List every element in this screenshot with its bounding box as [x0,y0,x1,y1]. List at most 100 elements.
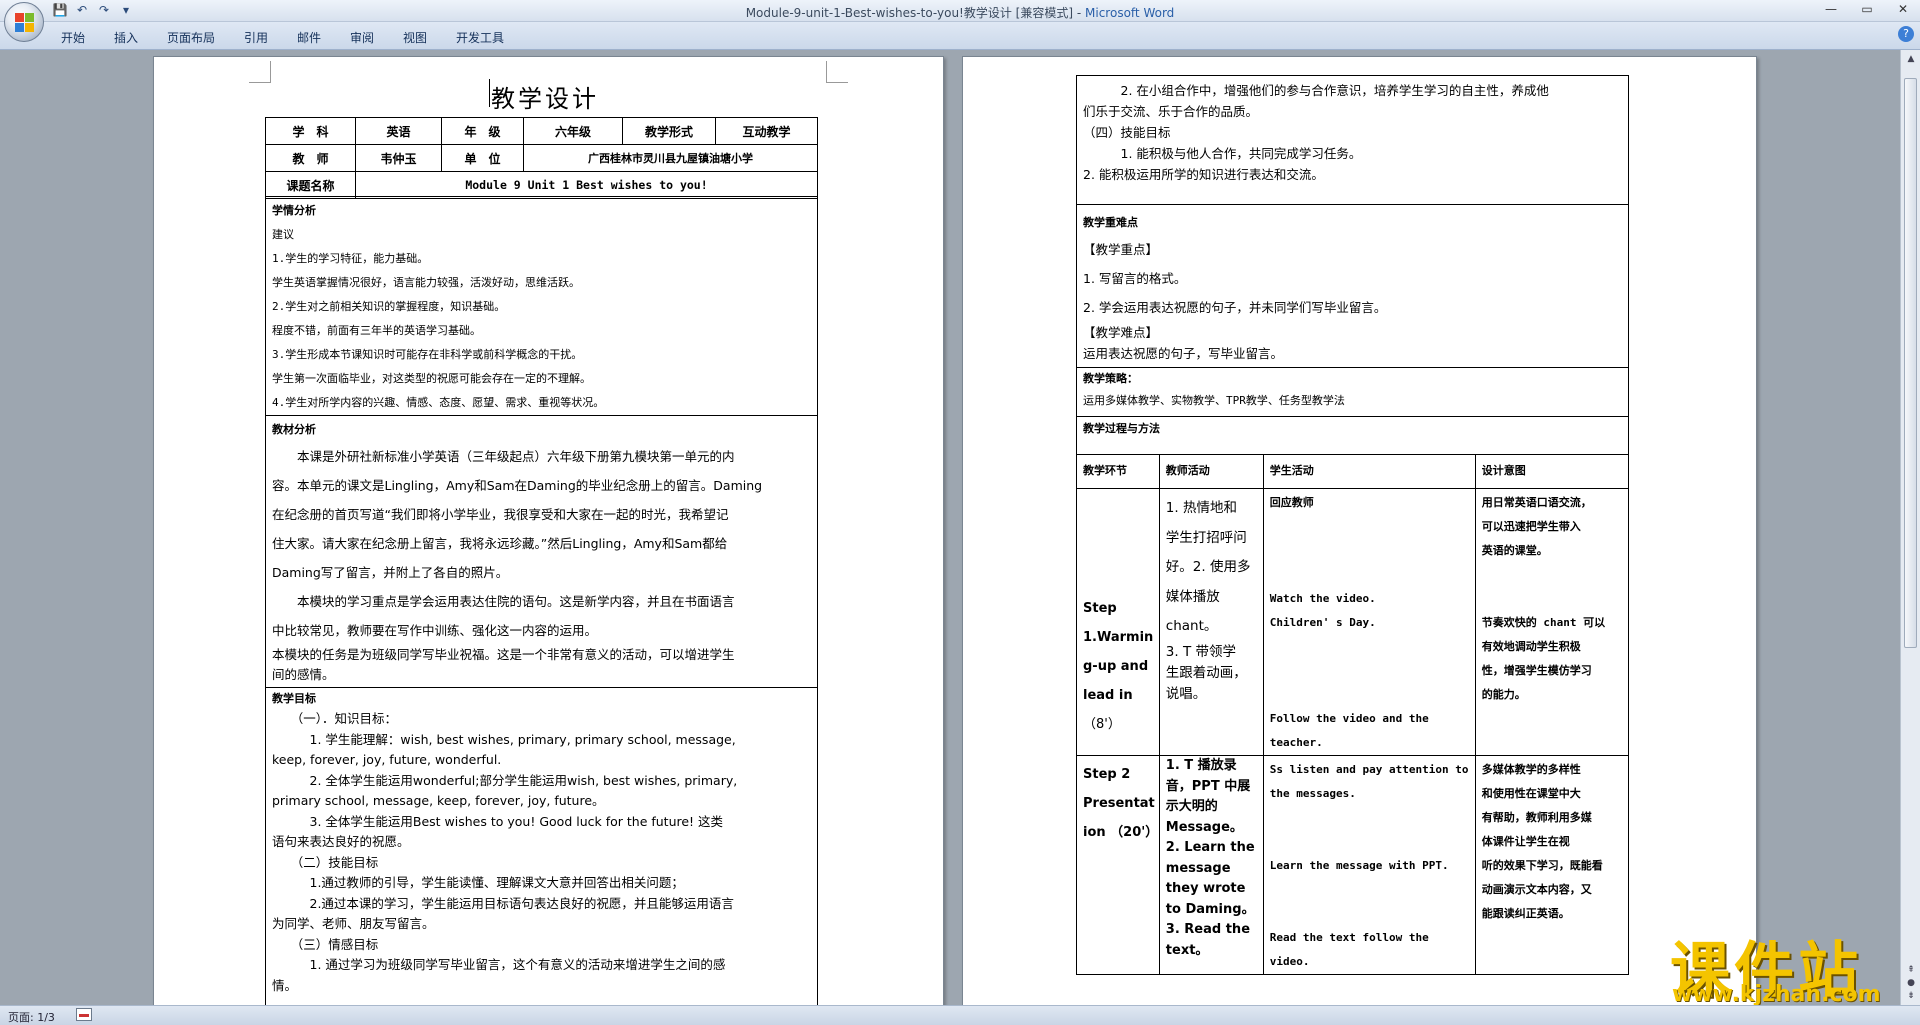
window-title: Module-9-unit-1-Best-wishes-to-you!教学设计 … [745,6,1175,20]
list-item: 学生英语掌握情况很好，语言能力较强，活泼好动，思维活跃。 [272,276,580,289]
table-header-cell[interactable]: 学生活动 [1262,454,1476,489]
help-icon[interactable]: ? [1898,26,1914,42]
maximize-button[interactable]: ▭ [1856,2,1878,16]
zhongdian-cell[interactable]: 教学重难点 【教学重点】 1. 写留言的格式。 2. 学会运用表达祝愿的句子，并… [1076,204,1629,368]
table-row: Step 2 Presentat ion （20'） 1. T 播放录 音，PP… [1076,755,1630,975]
close-button[interactable]: ✕ [1892,2,1914,16]
content-table: 学情分析 建议 1.学生的学习特征，能力基础。 学生英语掌握情况很好，语言能力较… [265,196,818,1005]
table-row: 学情分析 建议 1.学生的学习特征，能力基础。 学生英语掌握情况很好，语言能力较… [265,196,818,416]
paragraph: 本课是外研社新标准小学英语（三年级起点）六年级下册第九模块第一单元的内 容。本单… [272,449,763,638]
info-table: 学 科 英语 年 级 六年级 教学形式 互动教学 教 师 韦仲玉 单 位 广西桂… [265,117,818,199]
paragraph: 【教学重点】 1. 写留言的格式。 2. 学会运用表达祝愿的句子，并未同学们写毕… [1083,242,1387,361]
table-cell[interactable]: 年 级 [441,117,524,145]
celue-heading: 教学策略： [1083,372,1138,385]
table-row: 课题名称 Module 9 Unit 1 Best wishes to you! [265,171,818,199]
window-controls: — ▭ ✕ [1820,2,1914,16]
document-page-2: 2. 在小组合作中，增强他们的参与合作意识，培养学生学习的自主性，养成他 们乐于… [962,56,1757,1006]
ribbon-tabs: 开始 插入 页面布局 引用 邮件 审阅 视图 开发工具 ? [0,22,1920,50]
table-row: 教材分析 本课是外研社新标准小学英语（三年级起点）六年级下册第九模块第一单元的内… [265,415,818,688]
xueqing-cell[interactable]: 学情分析 建议 1.学生的学习特征，能力基础。 学生英语掌握情况很好，语言能力较… [265,196,818,416]
teacher-cell[interactable]: 1. T 播放录 音，PPT 中展 示大明的 Message。 2. Learn… [1158,755,1264,975]
celue-cell[interactable]: 教学策略： 运用多媒体教学、实物教学、TPR教学、任务型教学法 [1076,367,1629,417]
vertical-scrollbar[interactable]: ▲ ⇞ ● ⇟ [1900,50,1920,1005]
table-header-cell[interactable]: 教学环节 [1076,454,1160,489]
intent-cell[interactable]: 多媒体教学的多样性 和使用性在课堂中大 有帮助，教师利用多媒 体课件让学生在视 … [1474,755,1630,975]
tab-references[interactable]: 引用 [244,29,268,46]
watermark-url: www.kjzhan.com [1672,982,1881,1007]
tab-review[interactable]: 审阅 [350,29,374,46]
tab-home[interactable]: 开始 [61,29,85,46]
text-cursor [489,79,490,107]
list-item: 建议 [272,228,294,241]
prev-page-icon[interactable]: ⇞ [1904,965,1918,977]
tab-page-layout[interactable]: 页面布局 [167,29,215,46]
list-item: 4.学生对所学内容的兴趣、情感、态度、愿望、需求、重视等状况。 [272,396,605,409]
table-row: 教学重难点 【教学重点】 1. 写留言的格式。 2. 学会运用表达祝愿的句子，并… [1076,204,1629,368]
table-cell[interactable]: 课题名称 [265,171,356,199]
list-item: 1.学生的学习特征，能力基础。 [272,252,429,265]
guocheng-cell[interactable]: 教学过程与方法 [1076,416,1629,455]
stage-cell[interactable]: Step 1.Warmin g-up and lead in （8'） [1076,488,1160,756]
celue-text: 运用多媒体教学、实物教学、TPR教学、任务型教学法 [1083,394,1345,407]
intent-cell[interactable]: 用日常英语口语交流， 可以迅速把学生带入 英语的课堂。 节奏欢快的 chant … [1474,488,1630,756]
list-item: 学生第一次面临毕业，对这类型的祝愿可能会存在一定的不理解。 [272,372,591,385]
jiaocai-heading: 教材分析 [272,423,316,436]
paragraph: Step 2 Presentat ion （20'） [1083,767,1159,840]
office-button[interactable] [4,2,44,42]
paragraph: 3. T 带领学 生跟着动画， 说唱。 [1165,643,1247,702]
table-cell[interactable]: Module 9 Unit 1 Best wishes to you! [355,171,818,199]
table-row: Step 1.Warmin g-up and lead in （8'） 1. 热… [1076,488,1630,756]
browse-object-icon[interactable]: ● [1904,978,1918,990]
minimize-button[interactable]: — [1820,2,1842,16]
table-header-cell[interactable]: 设计意图 [1474,454,1630,489]
scroll-up-icon[interactable]: ▲ [1904,54,1918,66]
table-cell[interactable]: 英语 [355,117,442,145]
table-cell[interactable]: 六年级 [523,117,623,145]
table-row: 教学过程与方法 [1076,416,1629,455]
table-cell[interactable]: 互动教学 [715,117,818,145]
list-item: 2.学生对之前相关知识的掌握程度，知识基础。 [272,300,506,313]
table-row: 教学环节 教师活动 学生活动 设计意图 [1076,454,1630,489]
table-row: 教学策略： 运用多媒体教学、实物教学、TPR教学、任务型教学法 [1076,367,1629,417]
table-cell[interactable]: 学 科 [265,117,356,145]
teacher-cell[interactable]: 1. 热情地和 学生打招呼问 好。2. 使用多 媒体播放 chant。 3. T… [1158,488,1264,756]
scrollbar-thumb[interactable] [1904,78,1917,648]
tab-developer[interactable]: 开发工具 [456,29,504,46]
table-row: 教 师 韦仲玉 单 位 广西桂林市灵川县九屋镇油塘小学 [265,144,818,172]
student-cell[interactable]: Ss listen and pay attention to the messa… [1262,755,1476,975]
table-cell[interactable]: 广西桂林市灵川县九屋镇油塘小学 [523,144,818,172]
proofing-icon[interactable] [76,1008,92,1021]
table-cell[interactable]: 单 位 [441,144,524,172]
xueqing-heading: 学情分析 [272,204,316,217]
tab-mailings[interactable]: 邮件 [297,29,321,46]
document-page-1: 教学设计 学 科 英语 年 级 六年级 教学形式 互动教学 教 师 韦仲玉 单 … [153,56,944,1006]
paragraph: 1. T 播放录 音，PPT 中展 示大明的 Message。 2. Learn… [1165,758,1255,958]
paragraph: 2. 在小组合作中，增强他们的参与合作意识，培养学生学习的自主性，养成他 们乐于… [1083,83,1549,182]
mubiao-cell[interactable]: 教学目标 （一）．知识目标： 1. 学生能理解：wish, best wishe… [265,687,818,1005]
guocheng-heading: 教学过程与方法 [1083,422,1160,435]
paragraph: 本模块的任务是为班级同学写毕业祝福。这是一个非常有意义的活动，可以增进学生 间的… [272,647,735,682]
student-cell[interactable]: 回应教师 Watch the video. Children' s Day. F… [1262,488,1476,756]
title-bar: 💾 ↶ ↷ ▾ Module-9-unit-1-Best-wishes-to-y… [0,0,1920,22]
list-item: 3.学生形成本节课知识时可能存在非科学或前科学概念的干扰。 [272,348,583,361]
table-row: 学 科 英语 年 级 六年级 教学形式 互动教学 [265,117,818,145]
table-cell[interactable]: 教学形式 [622,117,716,145]
jiaocai-cell[interactable]: 教材分析 本课是外研社新标准小学英语（三年级起点）六年级下册第九模块第一单元的内… [265,415,818,688]
table-cell[interactable]: 教 师 [265,144,356,172]
table-cell[interactable]: 韦仲玉 [355,144,442,172]
office-logo-icon [15,13,35,33]
stage-cell[interactable]: Step 2 Presentat ion （20'） [1076,755,1160,975]
table-row: 2. 在小组合作中，增强他们的参与合作意识，培养学生学习的自主性，养成他 们乐于… [1076,75,1629,205]
continuation-table: 2. 在小组合作中，增强他们的参与合作意识，培养学生学习的自主性，养成他 们乐于… [1076,75,1629,455]
mubiao-heading: 教学目标 [272,692,316,705]
tab-insert[interactable]: 插入 [114,29,138,46]
page-counter[interactable]: 页面: 1/3 [8,1009,55,1025]
next-page-icon[interactable]: ⇟ [1904,991,1918,1003]
paragraph: Step 1.Warmin g-up and lead in （8'） [1083,601,1154,732]
goals-cell[interactable]: 2. 在小组合作中，增强他们的参与合作意识，培养学生学习的自主性，养成他 们乐于… [1076,75,1629,205]
tab-view[interactable]: 视图 [403,29,427,46]
table-header-cell[interactable]: 教师活动 [1158,454,1264,489]
list-item: 程度不错，前面有三年半的英语学习基础。 [272,324,481,337]
paragraph: 1. 热情地和 学生打招呼问 好。2. 使用多 媒体播放 chant。 [1165,500,1251,634]
process-table: 教学环节 教师活动 学生活动 设计意图 Step 1.Warmin g-up a… [1076,454,1630,975]
